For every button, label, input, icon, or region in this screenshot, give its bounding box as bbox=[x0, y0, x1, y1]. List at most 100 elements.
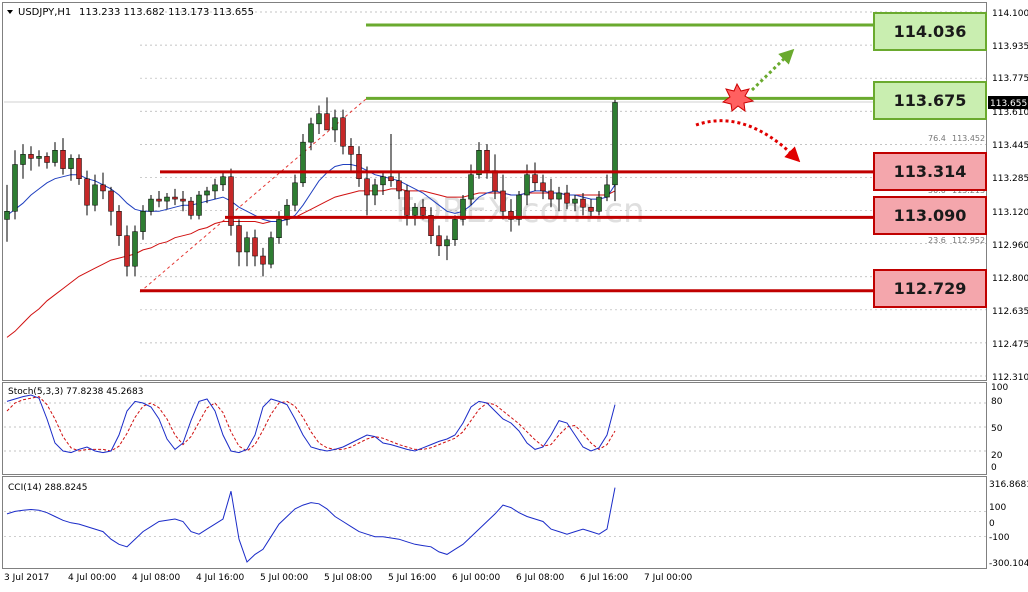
time-tick: 6 Jul 16:00 bbox=[580, 573, 629, 583]
candle-body bbox=[572, 198, 578, 204]
candle-body bbox=[220, 176, 226, 186]
candle-body bbox=[604, 184, 610, 198]
candle-body bbox=[452, 219, 458, 241]
cci-tick: 100 bbox=[989, 503, 1006, 513]
candle-body bbox=[324, 113, 330, 131]
candle-body bbox=[44, 156, 50, 163]
stoch-axis: 100 80 50 20 0 bbox=[991, 383, 1008, 473]
cci-tick: -100 bbox=[989, 533, 1010, 543]
candle-body bbox=[316, 113, 322, 125]
price-tick: 113.935 bbox=[992, 42, 1028, 52]
candle-body bbox=[84, 178, 90, 206]
price-tick: 112.475 bbox=[992, 340, 1028, 350]
cci-axis: 316.8681 100 0 -100 -300.1047 bbox=[989, 480, 1028, 569]
time-tick: 4 Jul 08:00 bbox=[132, 573, 181, 583]
time-tick: 5 Jul 16:00 bbox=[388, 573, 437, 583]
candle-body bbox=[308, 123, 314, 143]
price-tick: 112.635 bbox=[992, 307, 1028, 317]
candle-body bbox=[252, 237, 258, 257]
candle-body bbox=[364, 178, 370, 196]
candle-body bbox=[132, 231, 138, 267]
symbol-title: USDJPY,H1 bbox=[18, 7, 71, 18]
time-tick: 7 Jul 00:00 bbox=[644, 573, 693, 583]
candle-body bbox=[260, 255, 266, 265]
candle-body bbox=[36, 156, 42, 159]
candle-body bbox=[540, 182, 546, 192]
chart-window: FOREX.com.cn USDJPY,H1 113.233 113.682 1… bbox=[0, 0, 1028, 588]
time-tick: 3 Jul 2017 bbox=[4, 573, 49, 583]
time-tick: 5 Jul 08:00 bbox=[324, 573, 373, 583]
candle-body bbox=[388, 176, 394, 182]
price-tick: 113.120 bbox=[992, 208, 1028, 218]
candle-body bbox=[340, 117, 346, 147]
price-tick: 114.100 bbox=[992, 9, 1028, 19]
candle-body bbox=[468, 174, 474, 200]
time-tick: 4 Jul 16:00 bbox=[196, 573, 245, 583]
candle-body bbox=[164, 196, 170, 202]
stoch-tick: 80 bbox=[991, 397, 1003, 407]
candle-body bbox=[348, 145, 354, 155]
candle-body bbox=[276, 219, 282, 238]
candle-body bbox=[92, 184, 98, 206]
fib-label: 76.4 bbox=[928, 134, 946, 143]
ohlc-readout: 113.233 113.682 113.173 113.655 bbox=[79, 7, 254, 18]
candle-body bbox=[76, 158, 82, 179]
candle-body bbox=[188, 200, 194, 216]
candle-body bbox=[292, 182, 298, 206]
stoch-label: Stoch(5,3,3) 77.8238 45.2683 bbox=[8, 387, 143, 397]
price-tick: 112.800 bbox=[992, 274, 1028, 284]
candle-body bbox=[108, 190, 114, 212]
candle-body bbox=[116, 211, 122, 236]
time-tick: 6 Jul 08:00 bbox=[516, 573, 565, 583]
candle-body bbox=[20, 154, 26, 165]
level-label: 113.675 bbox=[894, 91, 967, 110]
candle-body bbox=[100, 184, 106, 192]
candle-body bbox=[332, 117, 338, 131]
level-label: 114.036 bbox=[894, 22, 967, 41]
fib-price: 113.452 bbox=[952, 134, 985, 143]
stoch-tick: 50 bbox=[991, 424, 1003, 434]
candle-body bbox=[596, 196, 602, 212]
stoch-tick: 0 bbox=[991, 463, 997, 473]
candle-body bbox=[556, 192, 562, 200]
price-tick: 113.610 bbox=[992, 108, 1028, 118]
candle-body bbox=[356, 154, 362, 179]
candle-body bbox=[500, 190, 506, 212]
candle-body bbox=[180, 198, 186, 202]
candle-body bbox=[532, 174, 538, 184]
chart-canvas: FOREX.com.cn USDJPY,H1 113.233 113.682 1… bbox=[2, 2, 1028, 583]
cci-pane-frame bbox=[2, 476, 987, 569]
time-tick: 6 Jul 00:00 bbox=[452, 573, 501, 583]
current-price-tag: 113.655 bbox=[990, 99, 1027, 109]
candle-body bbox=[236, 225, 242, 253]
candle-body bbox=[564, 192, 570, 204]
candle-body bbox=[404, 190, 410, 216]
candle-body bbox=[148, 198, 154, 212]
cci-tick: 0 bbox=[989, 519, 995, 529]
candle-body bbox=[244, 237, 250, 253]
candle-body bbox=[396, 180, 402, 192]
candle-body bbox=[516, 194, 522, 220]
candle-body bbox=[444, 239, 450, 247]
cci-tick: -300.1047 bbox=[989, 559, 1028, 569]
price-tick: 113.445 bbox=[992, 141, 1028, 151]
time-tick: 5 Jul 00:00 bbox=[260, 573, 309, 583]
fib-label: 23.6 bbox=[928, 236, 946, 245]
level-label: 113.090 bbox=[894, 206, 967, 225]
candle-body bbox=[196, 194, 202, 216]
candle-body bbox=[28, 154, 34, 159]
price-tick: 112.960 bbox=[992, 241, 1028, 251]
candle-body bbox=[436, 235, 442, 247]
candle-body bbox=[588, 206, 594, 212]
candle-body bbox=[580, 198, 586, 208]
candle-body bbox=[524, 174, 530, 196]
time-tick: 4 Jul 00:00 bbox=[68, 573, 117, 583]
candle-body bbox=[300, 141, 306, 184]
candle-body bbox=[68, 158, 74, 169]
cci-tick: 316.8681 bbox=[989, 480, 1028, 490]
candle-body bbox=[156, 198, 162, 202]
candle-body bbox=[548, 190, 554, 200]
stoch-pane-frame bbox=[2, 382, 987, 475]
candle-body bbox=[268, 237, 274, 265]
candle-body bbox=[372, 184, 378, 196]
